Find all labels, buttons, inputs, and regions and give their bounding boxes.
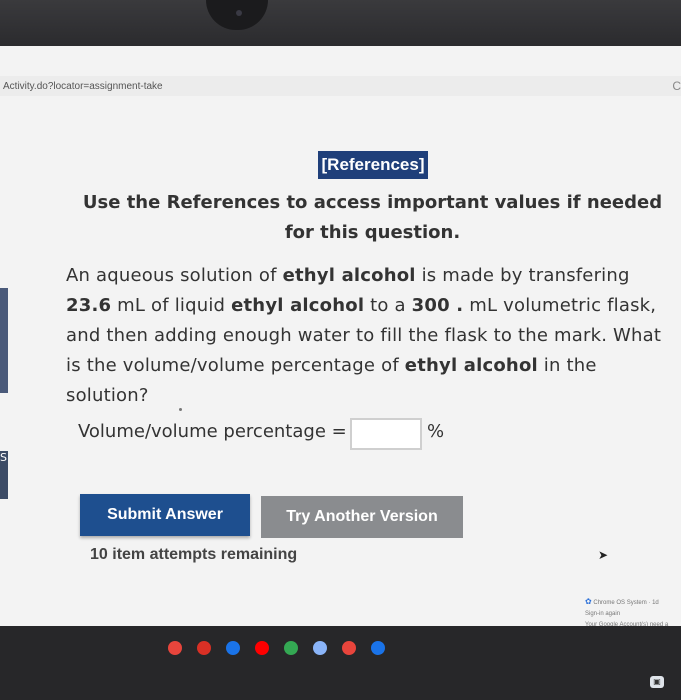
question-emphasis: ethyl alcohol bbox=[231, 295, 365, 316]
settings-icon[interactable] bbox=[313, 641, 327, 655]
url-text[interactable]: Activity.do?locator=assignment-take bbox=[3, 81, 163, 92]
sidebar-tab-s[interactable]: S bbox=[0, 451, 8, 499]
screen: Activity.do?locator=assignment-take C S … bbox=[0, 46, 681, 700]
answer-label: Volume/volume percentage = bbox=[78, 421, 347, 442]
question-emphasis: ethyl alcohol bbox=[282, 265, 416, 286]
references-button[interactable]: [References] bbox=[318, 151, 428, 179]
play-store-icon[interactable] bbox=[284, 641, 298, 655]
webcam-icon bbox=[236, 10, 242, 16]
question-text: An aqueous solution of ethyl alcohol is … bbox=[66, 261, 676, 411]
mouse-cursor-icon: ➤ bbox=[598, 548, 609, 562]
attempts-remaining: 10 item attempts remaining bbox=[90, 546, 298, 563]
address-bar[interactable]: Activity.do?locator=assignment-take C bbox=[0, 76, 681, 96]
docs-icon[interactable] bbox=[226, 641, 240, 655]
instruction-text: Use the References to access important v… bbox=[82, 192, 663, 243]
chrome-icon[interactable] bbox=[168, 641, 182, 655]
sidebar-tab[interactable] bbox=[0, 288, 8, 393]
gear-icon: ✿ bbox=[585, 597, 592, 606]
question-emphasis: 23.6 bbox=[66, 295, 112, 316]
notification-time: 1d bbox=[652, 600, 659, 606]
camera-app-icon[interactable] bbox=[342, 641, 356, 655]
submit-answer-button[interactable]: Submit Answer bbox=[80, 494, 250, 536]
question-segment: is made by transfering bbox=[415, 265, 630, 286]
status-tray-icon[interactable]: ▣ bbox=[650, 676, 664, 688]
question-segment: mL of liquid bbox=[111, 295, 232, 316]
stray-dot bbox=[179, 408, 182, 411]
question-segment: An aqueous solution of bbox=[66, 265, 283, 286]
assignment-content: S [References] Use the References to acc… bbox=[0, 96, 681, 616]
sidebar-tab-label: S bbox=[0, 451, 7, 464]
try-another-version-button[interactable]: Try Another Version bbox=[261, 496, 463, 538]
files-icon[interactable] bbox=[371, 641, 385, 655]
question-segment: to a bbox=[364, 295, 412, 316]
notification-title: Sign-in again bbox=[585, 611, 621, 617]
reload-icon[interactable]: C bbox=[672, 79, 681, 93]
question-emphasis: 300 . bbox=[411, 295, 464, 316]
percentage-input[interactable] bbox=[350, 418, 422, 450]
gmail-icon[interactable] bbox=[197, 641, 211, 655]
percent-unit: % bbox=[427, 421, 445, 442]
youtube-icon[interactable] bbox=[255, 641, 269, 655]
os-shelf: ▣ bbox=[0, 626, 681, 700]
notification-source: Chrome OS System bbox=[593, 600, 647, 606]
question-emphasis: ethyl alcohol bbox=[404, 355, 538, 376]
